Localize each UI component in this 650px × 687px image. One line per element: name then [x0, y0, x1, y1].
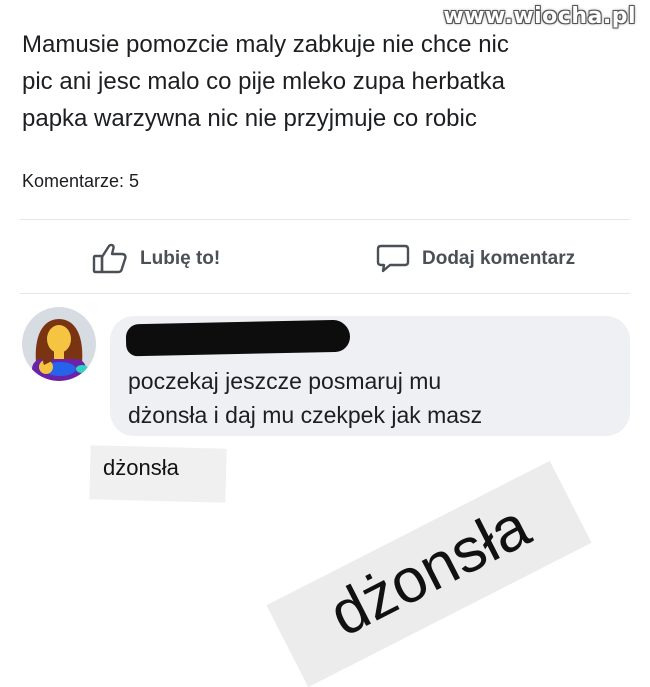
cropped-header-fragment: [150, 0, 290, 2]
post-line: papka warzywna nic nie przyjmuje co robi…: [22, 105, 477, 132]
post-line: Mamusie pomozcie maly zabkuje nie chce n…: [22, 31, 509, 58]
avatar[interactable]: [22, 307, 96, 381]
comment-line: poczekaj jeszcze posmaruj mu: [128, 368, 442, 394]
speech-bubble-icon: [376, 244, 410, 273]
thumbs-up-icon: [92, 243, 127, 274]
small-sticker-text: dżonsła: [103, 455, 179, 480]
woman-feeding-baby-icon: [32, 319, 88, 381]
post-text: Mamusie pomozcie maly zabkuje nie chce n…: [22, 26, 622, 137]
add-comment-button[interactable]: Dodaj komentarz: [376, 243, 575, 275]
post-line: pic ani jesc malo co pije mleko zupa her…: [22, 68, 505, 95]
redacted-author-name: [125, 319, 351, 357]
comments-count[interactable]: Komentarze: 5: [22, 171, 139, 192]
like-label: Lubię to!: [140, 248, 221, 269]
add-comment-label: Dodaj komentarz: [422, 248, 576, 269]
divider: [20, 219, 630, 220]
comment-line: dżonsła i daj mu czekpek jak masz: [128, 402, 483, 428]
like-button[interactable]: Lubię to!: [92, 243, 220, 275]
divider: [20, 293, 630, 294]
comment-text: poczekaj jeszcze posmaruj mu dżonsła i d…: [128, 364, 482, 432]
